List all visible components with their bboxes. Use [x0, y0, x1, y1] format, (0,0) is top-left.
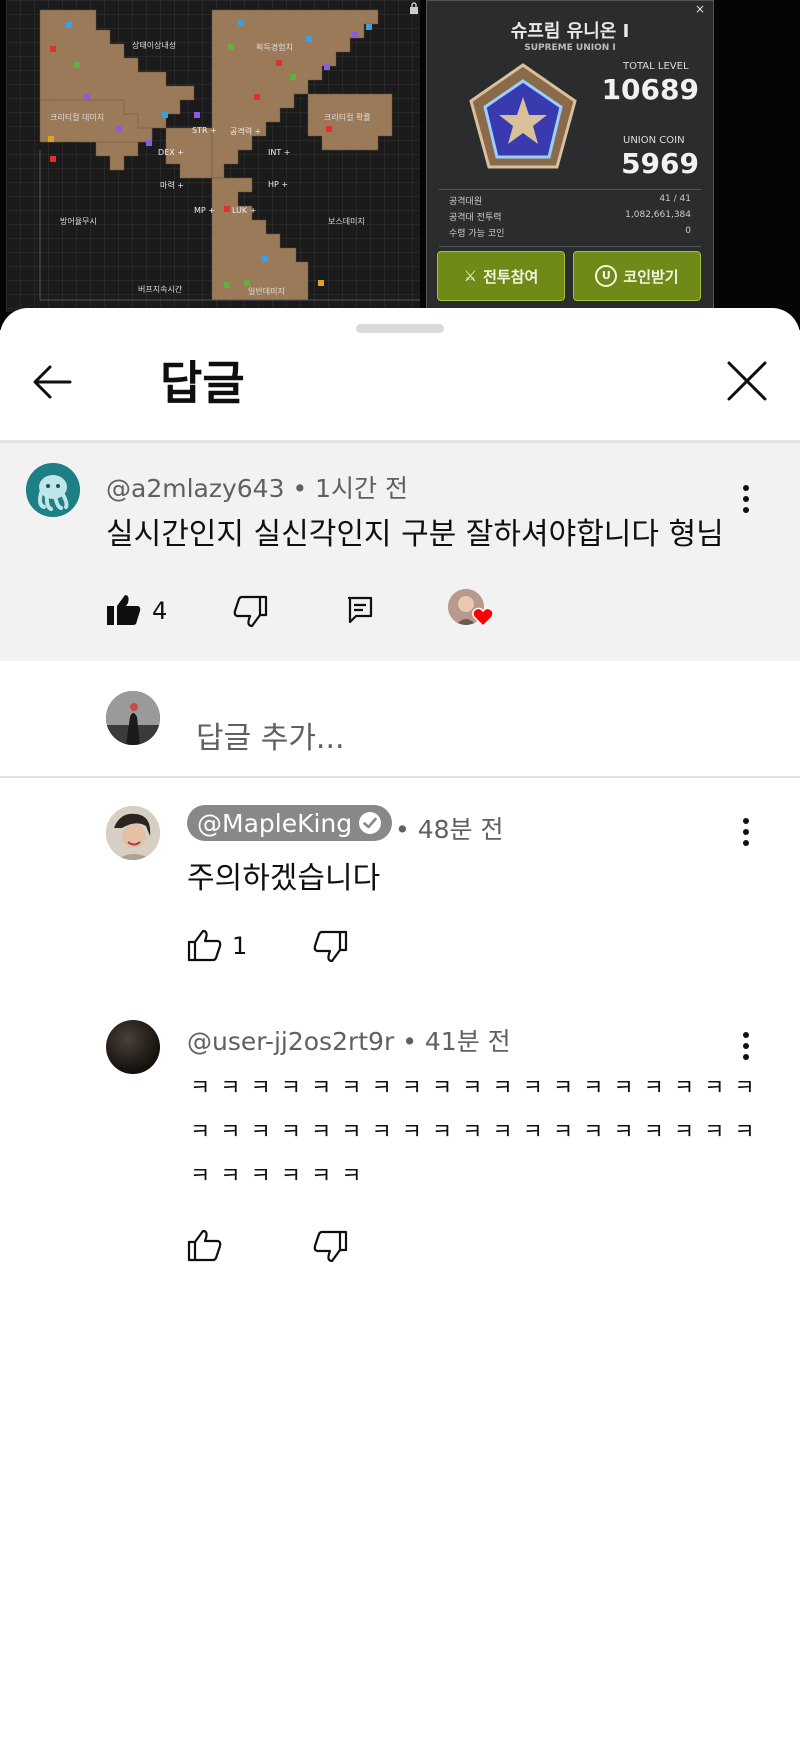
reply-time: 48분 전 — [417, 815, 504, 844]
reply-author[interactable]: @user-jj2os2rt9r — [187, 1027, 394, 1056]
lock-icon[interactable] — [408, 2, 420, 14]
reply-comment-icon[interactable] — [346, 595, 374, 625]
reply-text: 주의하겠습니다 — [187, 861, 381, 896]
drag-handle[interactable] — [356, 324, 444, 333]
union-stats-value: 0 — [685, 226, 691, 236]
battle-join-label: 전투참여 — [483, 267, 539, 286]
map-label: 획득경험치 — [256, 43, 293, 52]
map-stat: STR + — [192, 126, 217, 135]
meta-separator: • — [292, 474, 316, 503]
map-stat: 공격력 + — [230, 127, 262, 136]
union-stats-table: 공격대원 41 / 41 공격대 전투력 1,082,661,384 수령 가능… — [439, 189, 701, 247]
map-label: 보스데미지 — [328, 217, 365, 226]
total-level-value: 10689 — [601, 73, 699, 106]
panel-close-icon[interactable]: × — [695, 2, 705, 16]
more-options-icon[interactable] — [742, 1032, 750, 1062]
map-stat: LUK + — [232, 206, 257, 215]
comment-time: 1시간 전 — [315, 474, 408, 503]
map-label: 상태이상내성 — [132, 41, 177, 50]
arrow-left-icon[interactable] — [30, 358, 78, 406]
union-stats-label: 수령 가능 코인 — [449, 229, 505, 239]
union-stats-row: 공격대원 41 / 41 — [449, 194, 691, 208]
mapleking-avatar-icon — [106, 806, 160, 860]
union-map-tiles — [39, 9, 420, 301]
reply-author: @MapleKing — [197, 808, 353, 838]
like-filled-icon[interactable] — [106, 593, 142, 627]
section-divider — [0, 776, 800, 778]
map-label: 일반데미지 — [248, 287, 285, 296]
map-stat: INT + — [268, 148, 291, 157]
receive-coin-button[interactable]: U 코인받기 — [573, 251, 701, 301]
add-reply-row[interactable]: 답글 추가... — [0, 661, 800, 785]
reply-meta: • 48분 전 — [395, 810, 503, 846]
map-stat: MP + — [194, 206, 215, 215]
map-stat: 마력 + — [160, 181, 184, 190]
avatar — [106, 691, 160, 745]
union-coin-label: UNION COIN — [623, 135, 685, 146]
avatar[interactable] — [106, 1020, 160, 1074]
sword-icon: ⚔ — [463, 267, 478, 285]
heart-icon — [472, 607, 494, 627]
comment-meta: @a2mlazy643 • 1시간 전 — [106, 469, 408, 505]
union-subtitle: SUPREME UNION Ⅰ — [524, 43, 616, 53]
union-stats-label: 공격대원 — [449, 197, 483, 207]
map-label: 버프지속시간 — [138, 285, 183, 294]
reply-time: 41분 전 — [424, 1027, 511, 1056]
map-stat: HP + — [268, 180, 289, 189]
union-map: 상태이상내성 획득경험치 크리티컬 데미지 크리티컬 확률 방어율무시 보스데미… — [6, 0, 420, 312]
meta-separator: • — [402, 1027, 425, 1056]
receive-coin-label: 코인받기 — [623, 267, 679, 286]
avatar[interactable] — [106, 806, 160, 860]
like-icon[interactable] — [187, 928, 223, 962]
battle-join-button[interactable]: ⚔ 전투참여 — [437, 251, 565, 301]
union-title: 슈프림 유니온 Ⅰ — [510, 21, 630, 42]
union-info-panel: × 슈프림 유니온 Ⅰ SUPREME UNION Ⅰ TOTAL LEVEL … — [426, 0, 714, 312]
more-options-icon[interactable] — [742, 485, 750, 515]
reply-text-line: ㅋㅋㅋㅋㅋㅋ — [190, 1164, 372, 1189]
union-stats-row: 공격대 전투력 1,082,661,384 — [449, 210, 691, 224]
map-label: 크리티컬 확률 — [324, 113, 371, 122]
meta-separator: • — [395, 815, 418, 844]
channel-owner-chip[interactable]: @MapleKing — [187, 805, 393, 841]
avatar[interactable] — [26, 463, 80, 517]
union-stats-label: 공격대 전투력 — [449, 213, 502, 223]
total-level-label: TOTAL LEVEL — [623, 61, 689, 72]
sheet-title: 답글 — [160, 356, 245, 410]
union-emblem-icon — [469, 63, 577, 169]
parent-comment: @a2mlazy643 • 1시간 전 실시간인지 실신각인지 구분 잘하셔야합… — [0, 443, 800, 661]
dislike-icon[interactable] — [232, 595, 268, 629]
replies-sheet: 답글 @a2mlazy643 • 1시간 전 실시간인지 실신각인지 구분 잘하… — [0, 308, 800, 1737]
comment-author[interactable]: @a2mlazy643 — [106, 474, 284, 503]
like-count: 1 — [232, 932, 248, 960]
union-stats-value: 1,082,661,384 — [625, 210, 691, 220]
like-icon[interactable] — [187, 1228, 223, 1262]
verified-check-icon — [359, 812, 382, 834]
octopus-avatar-icon — [26, 463, 80, 517]
dislike-icon[interactable] — [312, 1230, 348, 1264]
add-reply-input[interactable]: 답글 추가... — [196, 713, 345, 757]
union-coin-value: 5969 — [621, 147, 699, 180]
dislike-icon[interactable] — [312, 930, 348, 964]
reply-meta: @user-jj2os2rt9r • 41분 전 — [187, 1022, 511, 1058]
reply-text-line: ㅋㅋㅋㅋㅋㅋㅋㅋㅋㅋㅋㅋㅋㅋㅋㅋㅋㅋㅋ — [190, 1076, 765, 1101]
reply-text-line: ㅋㅋㅋㅋㅋㅋㅋㅋㅋㅋㅋㅋㅋㅋㅋㅋㅋㅋㅋ — [190, 1120, 765, 1145]
union-stats-value: 41 / 41 — [659, 194, 691, 204]
game-screenshot-background: 상태이상내성 획득경험치 크리티컬 데미지 크리티컬 확률 방어율무시 보스데미… — [0, 0, 800, 330]
more-options-icon[interactable] — [742, 818, 750, 848]
comment-text: 실시간인지 실신각인지 구분 잘하셔야합니다 형님 — [106, 517, 724, 552]
close-icon[interactable] — [722, 356, 772, 406]
union-coin-icon: U — [595, 265, 618, 287]
like-count: 4 — [152, 597, 168, 625]
user-avatar-icon — [106, 691, 160, 745]
map-label: 방어율무시 — [60, 217, 97, 226]
map-stat: DEX + — [158, 148, 184, 157]
map-label: 크리티컬 데미지 — [50, 113, 105, 122]
union-stats-row: 수령 가능 코인 0 — [449, 226, 691, 240]
